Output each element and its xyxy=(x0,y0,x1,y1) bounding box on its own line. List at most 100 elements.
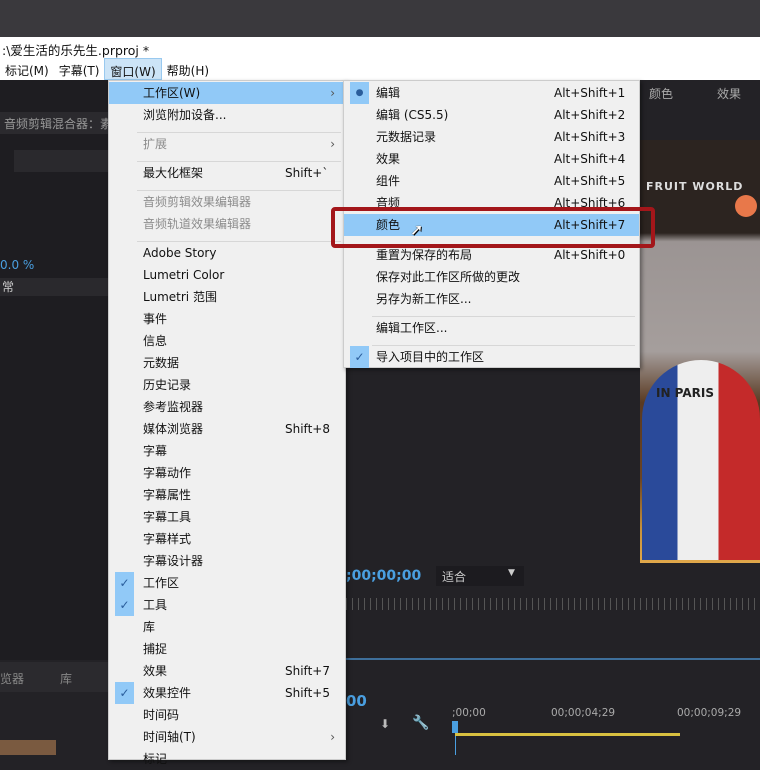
menu-item[interactable]: 历史记录 xyxy=(109,374,345,396)
chevron-right-icon: › xyxy=(330,86,335,100)
menu-item[interactable]: 元数据 xyxy=(109,352,345,374)
menu-item[interactable]: ✓ 工作区 xyxy=(109,572,345,594)
mouse-cursor-icon: ➚ xyxy=(410,220,424,239)
menu-item-label: 媒体浏览器 xyxy=(143,422,204,436)
menu-item[interactable]: ✓ 导入项目中的工作区 xyxy=(344,346,639,368)
menu-help[interactable]: 帮助(H) xyxy=(162,58,214,80)
menu-item[interactable]: 最大化框架 Shift+` xyxy=(109,162,345,184)
marker-icon[interactable]: ⬇ xyxy=(380,717,390,731)
monitor-ruler[interactable] xyxy=(346,598,760,610)
time-tick: ;00;00 xyxy=(452,707,486,719)
menu-item[interactable]: 时间码 xyxy=(109,704,345,726)
percent-value[interactable]: 0.0 % xyxy=(0,258,34,272)
chevron-right-icon: › xyxy=(330,137,335,151)
menu-item[interactable]: 另存为新工作区... xyxy=(344,288,639,310)
menu-item[interactable]: 时间轴(T) › xyxy=(109,726,345,748)
menu-item-label: 时间码 xyxy=(143,708,180,722)
menu-item-label: 效果 xyxy=(143,664,168,678)
menu-item[interactable]: 音频剪辑效果编辑器 xyxy=(109,191,345,213)
menu-item[interactable]: 效果 Shift+7 xyxy=(109,660,345,682)
menu-title[interactable]: 字幕(T) xyxy=(54,58,105,80)
checkmark-icon: ✓ xyxy=(350,346,369,368)
menu-item-label: 音频轨道效果编辑器 xyxy=(143,217,252,231)
monitor-timecode[interactable]: ;00;00;00 xyxy=(346,568,421,584)
audio-clip-mixer-tab[interactable]: 音频剪辑混合器：素 xyxy=(0,112,112,134)
menu-item[interactable]: 字幕设计器 xyxy=(109,550,345,572)
menu-item[interactable]: Lumetri Color xyxy=(109,264,345,286)
menu-item[interactable]: 元数据记录 Alt+Shift+3 xyxy=(344,126,639,148)
menu-item-label: 元数据 xyxy=(143,356,180,370)
menu-item[interactable]: 编辑 (CS5.5) Alt+Shift+2 xyxy=(344,104,639,126)
menu-item[interactable]: 字幕工具 xyxy=(109,506,345,528)
menu-item[interactable]: ✓ 工具 xyxy=(109,594,345,616)
menu-item[interactable]: Lumetri 范围 xyxy=(109,286,345,308)
menu-item[interactable]: 扩展 › xyxy=(109,133,345,155)
menu-marker[interactable]: 标记(M) xyxy=(0,58,54,80)
checkmark-icon: ✓ xyxy=(115,594,134,616)
menu-item-label: 效果 xyxy=(376,152,401,166)
highlight-annotation-box xyxy=(331,207,655,248)
menu-item-label: 参考监视器 xyxy=(143,400,204,414)
menu-item[interactable]: 音频轨道效果编辑器 xyxy=(109,213,345,235)
menu-item-label: 音频剪辑效果编辑器 xyxy=(143,195,252,209)
menu-item[interactable]: ✓ 效果控件 Shift+5 xyxy=(109,682,345,704)
menu-item-label: 最大化框架 xyxy=(143,166,204,180)
menu-item-shortcut: Alt+Shift+2 xyxy=(554,108,626,122)
menu-item[interactable]: 捕捉 xyxy=(109,638,345,660)
window-title: :\爱生活的乐先生.prproj * xyxy=(0,37,760,58)
tab-effects[interactable]: 效果 xyxy=(717,85,741,102)
menu-bar: 标记(M) 字幕(T) 窗口(W) 帮助(H) xyxy=(0,58,760,80)
fit-dropdown[interactable]: 适合 ▼ xyxy=(436,566,524,586)
menu-item[interactable]: 工作区(W) › xyxy=(109,82,345,104)
menu-window[interactable]: 窗口(W) xyxy=(104,58,162,80)
menu-item[interactable]: 字幕样式 xyxy=(109,528,345,550)
menu-item[interactable]: 浏览附加设备... xyxy=(109,104,345,126)
chevron-down-icon: ▼ xyxy=(508,568,515,578)
menu-item-label: 标记 xyxy=(143,752,168,766)
menu-item-label: 字幕动作 xyxy=(143,466,192,480)
menu-item[interactable]: 字幕动作 xyxy=(109,462,345,484)
playhead[interactable] xyxy=(452,721,458,733)
tab-media-browser[interactable]: 览器 xyxy=(0,670,24,687)
tab-library[interactable]: 库 xyxy=(60,670,72,687)
menu-item[interactable]: Adobe Story xyxy=(109,242,345,264)
checkmark-icon: ✓ xyxy=(115,572,134,594)
menu-item[interactable]: 库 xyxy=(109,616,345,638)
mode-select[interactable]: 常 xyxy=(0,278,108,296)
menu-item-label: 字幕设计器 xyxy=(143,554,204,568)
menu-item-label: 库 xyxy=(143,620,156,634)
menu-item[interactable]: 编辑工作区... xyxy=(344,317,639,339)
preview-chair-text: IN PARIS xyxy=(656,386,715,400)
menu-item-label: Adobe Story xyxy=(143,246,217,260)
menu-item-label: 字幕样式 xyxy=(143,532,192,546)
menu-item-label: 历史记录 xyxy=(143,378,192,392)
work-area-bar[interactable] xyxy=(455,733,680,736)
menu-item-label: 工具 xyxy=(143,598,168,612)
menu-item[interactable]: 媒体浏览器 Shift+8 xyxy=(109,418,345,440)
wrench-icon[interactable]: 🔧 xyxy=(412,715,429,731)
clip-thumbnail[interactable] xyxy=(0,740,56,755)
timeline-timecode[interactable]: 00 xyxy=(346,692,367,710)
fruit-graphic xyxy=(735,195,757,217)
window-menu: 工作区(W) › 浏览附加设备... 扩展 › 最大化框架 Shift+` 音频剪辑效果编辑器… xyxy=(108,80,346,766)
menu-item[interactable]: 标记 xyxy=(109,748,345,770)
menu-item[interactable]: 信息 xyxy=(109,330,345,352)
menu-item[interactable]: 字幕属性 xyxy=(109,484,345,506)
menu-item[interactable]: 效果 Alt+Shift+4 xyxy=(344,148,639,170)
menu-item-label: 元数据记录 xyxy=(376,130,437,144)
menu-item[interactable]: ● 编辑 Alt+Shift+1 xyxy=(344,82,639,104)
bottom-left-tabs: 览器 库 xyxy=(0,662,108,692)
chair-graphic: IN PARIS xyxy=(642,360,760,560)
menu-item[interactable]: 保存对此工作区所做的更改 xyxy=(344,266,639,288)
program-monitor-preview: FRUIT WORLD IN PARIS xyxy=(640,140,760,563)
menu-item-label: 另存为新工作区... xyxy=(376,292,472,306)
tab-color[interactable]: 颜色 xyxy=(649,85,673,102)
bullet-icon: ● xyxy=(350,82,369,104)
menu-item-label: 字幕工具 xyxy=(143,510,192,524)
menu-item-label: 效果控件 xyxy=(143,686,192,700)
menu-item[interactable]: 参考监视器 xyxy=(109,396,345,418)
menu-item[interactable]: 字幕 xyxy=(109,440,345,462)
time-tick: 00;00;04;29 xyxy=(551,707,616,719)
menu-item[interactable]: 事件 xyxy=(109,308,345,330)
menu-item[interactable]: 组件 Alt+Shift+5 xyxy=(344,170,639,192)
